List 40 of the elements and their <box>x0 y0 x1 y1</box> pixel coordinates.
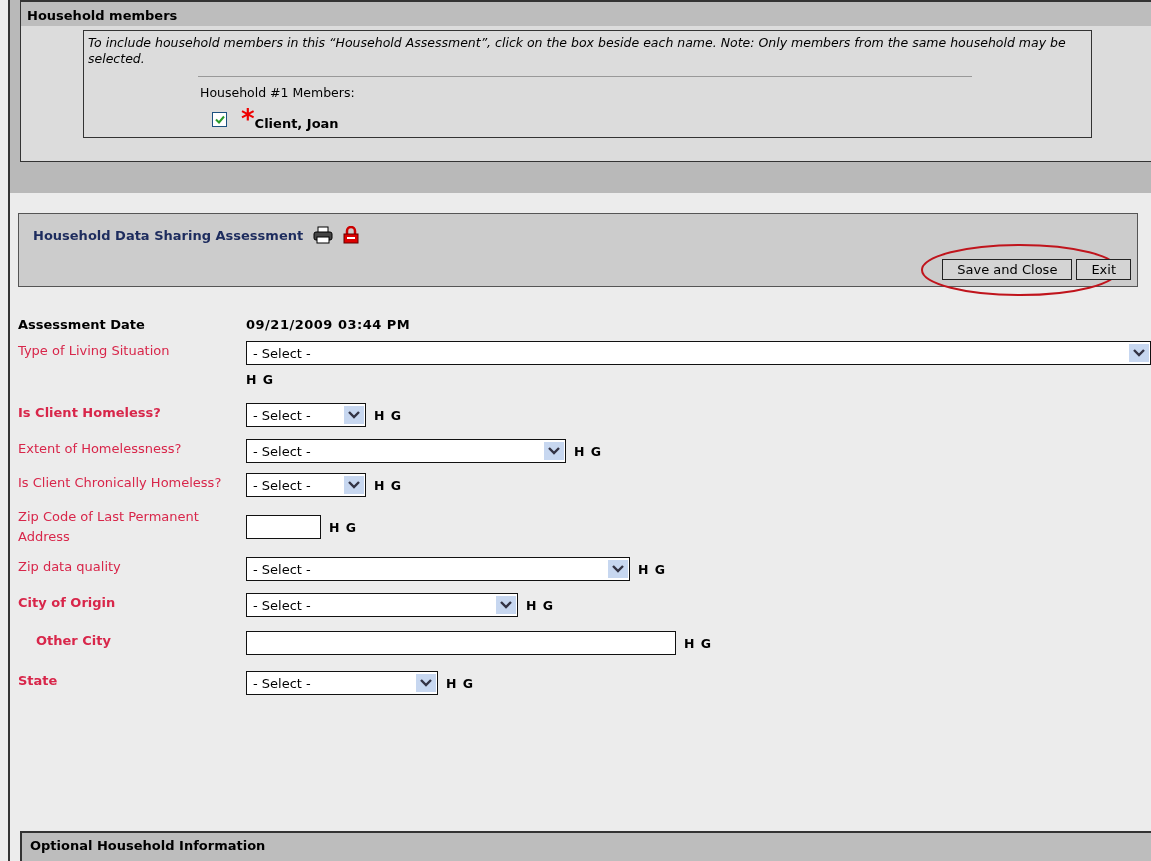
date-label: Assessment Date <box>18 316 146 334</box>
field-label: Is Client Homeless? <box>18 404 162 422</box>
select-dropdown[interactable]: - Select - <box>246 403 366 427</box>
flags-text: H G <box>374 477 403 493</box>
flags-text: H G <box>638 561 667 577</box>
field-label: Is Client Chronically Homeless? <box>18 474 223 492</box>
instructions-text: To include household members in this “Household Assessment”, click on the box beside each name. Note: Only members from the same household may be selected. <box>88 35 1067 67</box>
flags-text: H G <box>246 373 276 387</box>
lock-icon[interactable] <box>343 226 360 244</box>
section-header: Household members <box>21 0 1151 26</box>
input-field[interactable] <box>246 515 321 539</box>
select-dropdown[interactable]: - Select - <box>246 473 366 497</box>
save-close-button[interactable]: Save and Close <box>942 259 1073 280</box>
exit-button[interactable]: Exit <box>1076 259 1131 280</box>
printer-icon[interactable] <box>313 226 334 244</box>
date-value: 09/21/2009 03:44 PM <box>246 316 411 334</box>
flags-text: H G <box>446 675 475 691</box>
select-dropdown[interactable]: - Select - <box>246 439 566 463</box>
field-label: Type of Living Situation <box>18 342 171 360</box>
assessment-title: Household Data Sharing Assessment <box>33 227 304 243</box>
flags-text: H G <box>574 443 603 459</box>
field-label: Zip Code of Last Permanent Address <box>18 508 200 546</box>
flags-text: H G <box>329 519 358 535</box>
select-dropdown[interactable]: - Select - <box>246 671 438 695</box>
field-label: State <box>18 672 59 690</box>
member-name: Client, Joan <box>254 116 339 131</box>
flags-text: H G <box>526 597 555 613</box>
flags-text: H G <box>374 407 403 423</box>
field-label: Extent of Homelessness? <box>18 440 183 458</box>
field-label: City of Origin <box>18 594 117 612</box>
select-dropdown[interactable]: - Select - <box>246 557 630 581</box>
group-label: Household #1 Members: <box>200 85 356 100</box>
field-label: Zip data quality <box>18 558 122 576</box>
select-dropdown[interactable]: - Select - <box>246 341 1151 365</box>
input-field[interactable] <box>246 631 676 655</box>
field-label: Other City <box>35 632 112 650</box>
flags-text: H G <box>684 635 713 651</box>
section-header: Optional Household Information <box>20 831 1151 861</box>
select-dropdown[interactable]: - Select - <box>246 593 518 617</box>
member-checkbox[interactable] <box>212 112 227 127</box>
